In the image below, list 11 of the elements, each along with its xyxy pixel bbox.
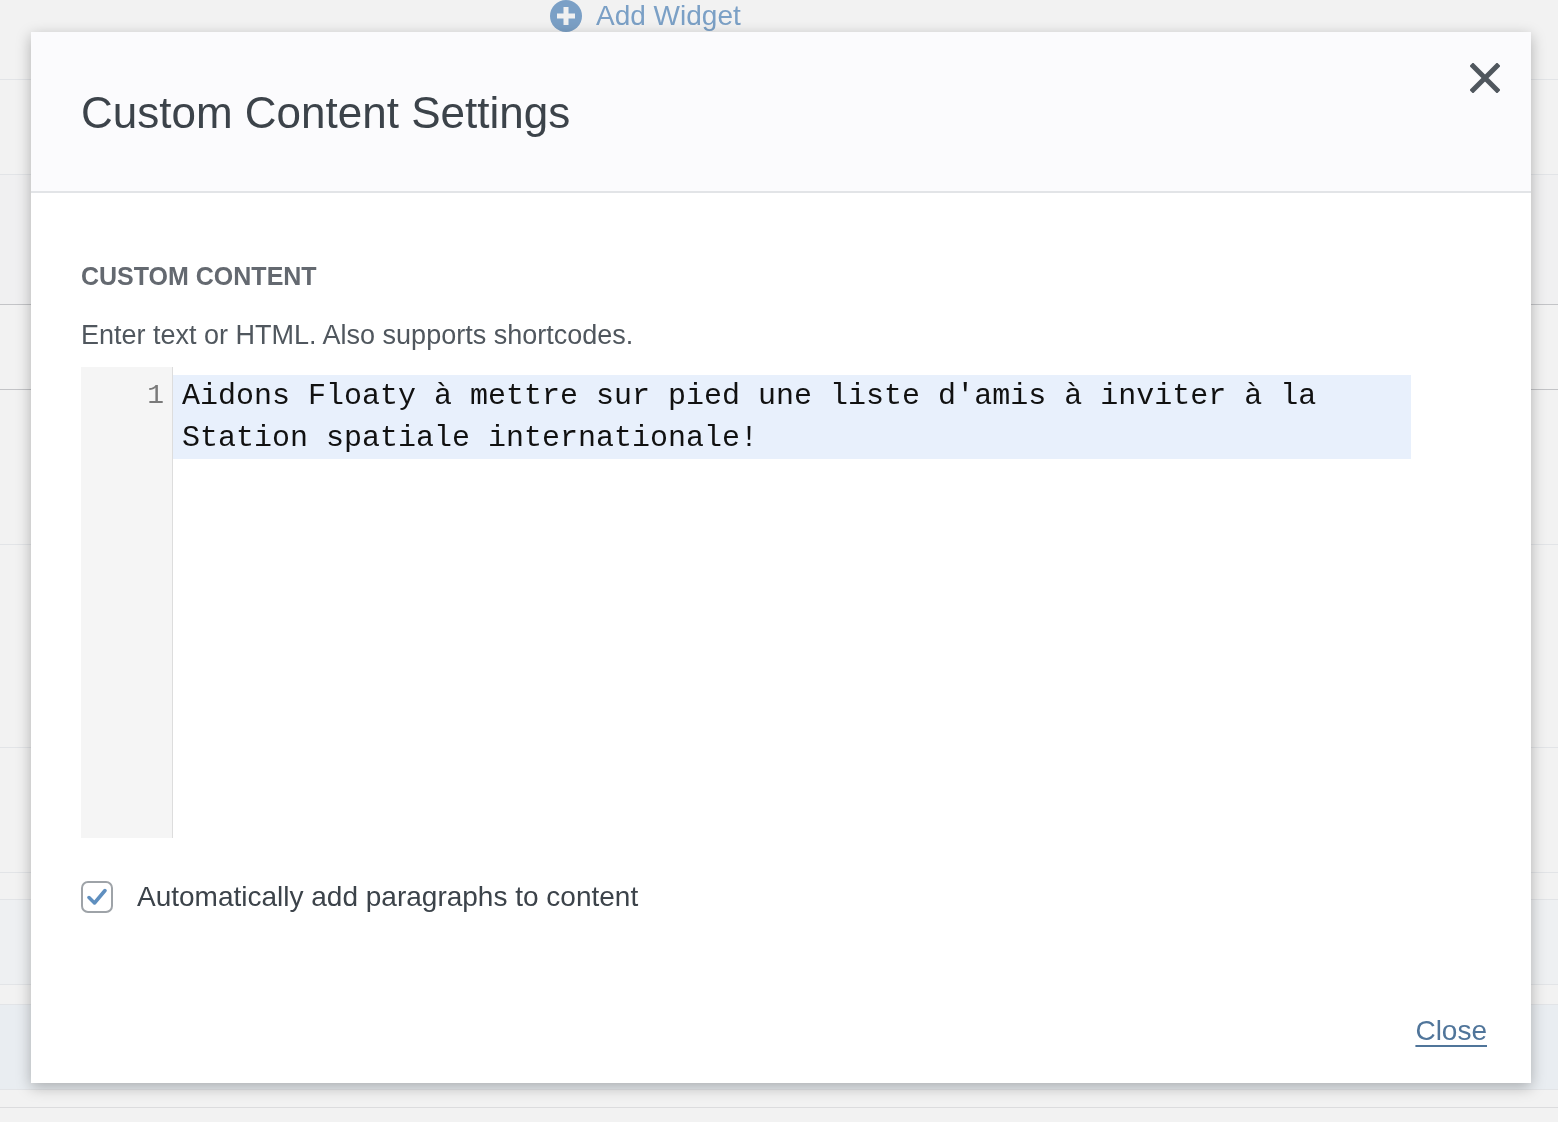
dialog-title: Custom Content Settings — [81, 87, 571, 139]
close-link[interactable]: Close — [1415, 1014, 1487, 1048]
line-number: 1 — [147, 379, 164, 413]
help-text: Enter text or HTML. Also supports shortcodes. — [81, 319, 634, 351]
code-editor[interactable]: 1 Aidons Floaty à mettre sur pied une liste d'amis à inviter à la Station spatiale internationale! — [81, 367, 1411, 838]
add-widget-button[interactable]: Add Widget — [550, 0, 741, 32]
checkmark-icon — [87, 888, 107, 906]
section-label: CUSTOM CONTENT — [81, 261, 317, 291]
checkbox[interactable] — [81, 881, 113, 913]
checkbox-label: Automatically add paragraphs to content — [137, 880, 639, 914]
close-icon — [1470, 63, 1500, 93]
